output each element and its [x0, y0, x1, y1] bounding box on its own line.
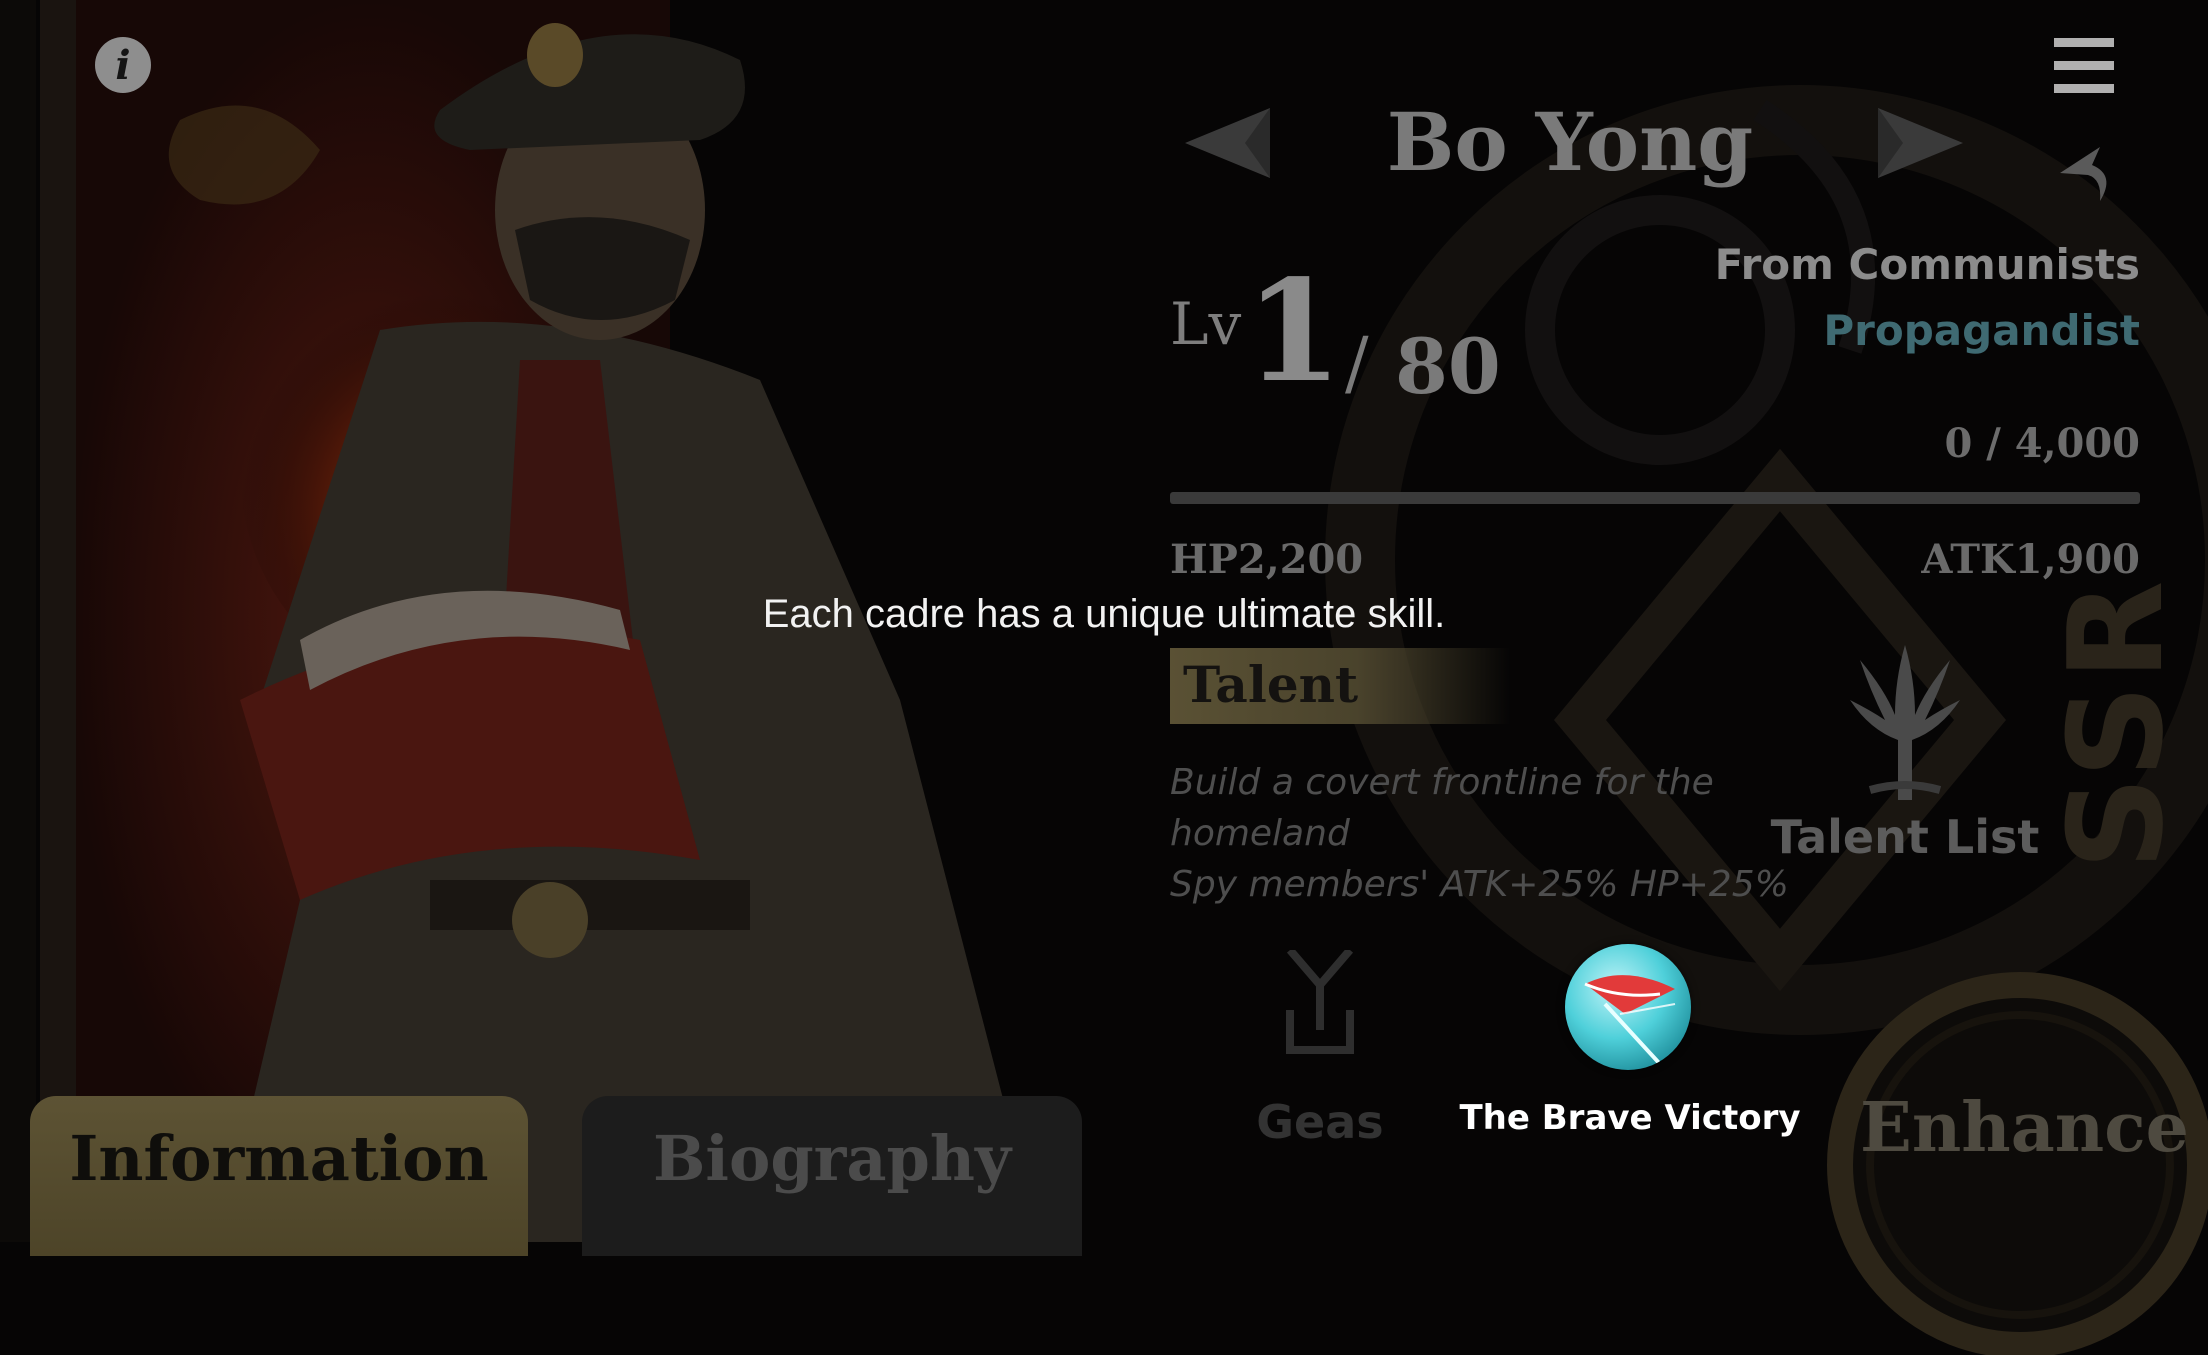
level-current: 1	[1245, 250, 1343, 414]
ultimate-skill-name: The Brave Victory	[1459, 1098, 1801, 1138]
level-label: Lv	[1170, 290, 1242, 358]
menu-bar	[2054, 84, 2114, 93]
menu-bar	[2054, 38, 2114, 47]
tutorial-message: Each cadre has a unique ultimate skill.	[762, 592, 1446, 636]
geas-icon[interactable]	[1280, 950, 1360, 1060]
geas-button[interactable]: Geas	[1250, 1095, 1390, 1149]
menu-bar	[2054, 61, 2114, 70]
character-class: Propagandist	[1823, 306, 2140, 355]
tab-information-label[interactable]: Information	[30, 1122, 528, 1195]
experience-bar	[1170, 492, 2140, 504]
talent-title: Talent	[1183, 655, 1359, 714]
character-faction: From Communists	[1714, 240, 2140, 289]
hamburger-menu-icon[interactable]	[2054, 36, 2114, 96]
next-character-button[interactable]	[1878, 108, 1963, 178]
character-name: Bo Yong	[1386, 95, 1754, 189]
flag-icon	[1584, 975, 1676, 1066]
level-max: 80	[1395, 322, 1501, 411]
prev-character-button[interactable]	[1185, 108, 1270, 178]
talent-list-button[interactable]: Talent List	[1760, 810, 2050, 864]
rarity-watermark: SSR	[2040, 576, 2192, 870]
experience-value: 0 / 4,000	[1944, 420, 2140, 467]
hp-stat: HP2,200	[1170, 536, 1364, 583]
talent-description: Build a covert frontline for the	[1170, 762, 1714, 803]
info-icon[interactable]: i	[95, 37, 151, 93]
tab-biography-label[interactable]: Biography	[582, 1122, 1082, 1195]
level-separator: /	[1345, 322, 1369, 404]
enhance-button[interactable]: Enhance	[1860, 1088, 2189, 1168]
ultimate-skill-icon[interactable]	[1565, 944, 1691, 1070]
talent-description: homeland	[1170, 813, 1350, 854]
back-arrow-icon[interactable]	[2050, 135, 2120, 205]
tree-icon[interactable]	[1840, 640, 1970, 800]
talent-effect: Spy members' ATK+25% HP+25%	[1170, 864, 1789, 905]
